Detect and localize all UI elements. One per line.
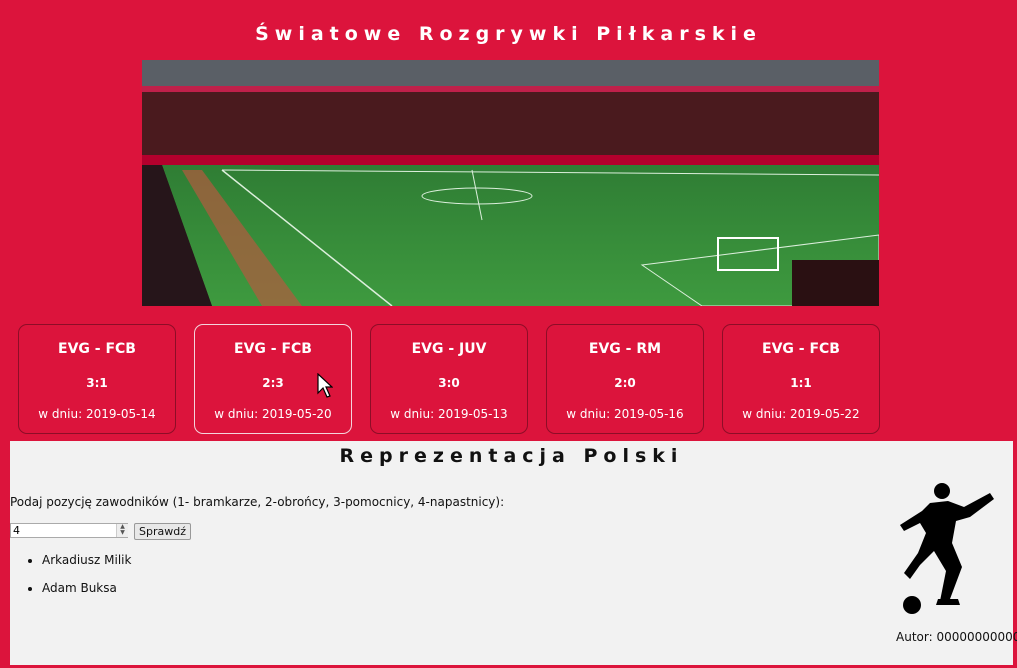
mouse-cursor-icon	[317, 373, 333, 398]
match-date: w dniu: 2019-05-13	[390, 407, 508, 421]
list-item: Adam Buksa	[42, 581, 131, 595]
match-date: w dniu: 2019-05-22	[742, 407, 860, 421]
match-card[interactable]: EVG - FCB 3:1 w dniu: 2019-05-14	[18, 324, 176, 434]
match-date: w dniu: 2019-05-20	[214, 407, 332, 421]
position-input[interactable]	[10, 523, 128, 538]
match-teams: EVG - RM	[588, 341, 662, 357]
match-score: 2:0	[614, 376, 636, 390]
page-frame: Światowe Rozgrywki Piłkarskie EVG - FCB …	[3, 3, 1017, 665]
match-teams: EVG - FCB	[58, 341, 136, 357]
matches-row: EVG - FCB 3:1 w dniu: 2019-05-14 EVG - F…	[18, 324, 888, 436]
position-prompt: Podaj pozycję zawodników (1- bramkarze, …	[10, 495, 505, 509]
match-score: 3:1	[86, 376, 108, 390]
squad-panel: Reprezentacja Polski Podaj pozycję zawod…	[10, 441, 1017, 665]
squad-title: Reprezentacja Polski	[339, 445, 684, 467]
match-date: w dniu: 2019-05-16	[566, 407, 684, 421]
match-teams: EVG - FCB	[234, 341, 312, 357]
number-spinner-icon[interactable]: ▲ ▼	[116, 524, 128, 537]
stadium-image	[142, 60, 879, 306]
page-title: Światowe Rozgrywki Piłkarskie	[255, 23, 762, 45]
list-item: Arkadiusz Milik	[42, 553, 131, 567]
football-player-icon	[900, 483, 994, 614]
match-teams: EVG - FCB	[762, 341, 840, 357]
match-teams: EVG - JUV	[411, 341, 487, 357]
match-card[interactable]: EVG - JUV 3:0 w dniu: 2019-05-13	[370, 324, 528, 434]
players-list: Arkadiusz Milik Adam Buksa	[28, 553, 131, 609]
match-score: 1:1	[790, 376, 812, 390]
match-date: w dniu: 2019-05-14	[38, 407, 156, 421]
match-score: 3:0	[438, 376, 460, 390]
match-card[interactable]: EVG - RM 2:0 w dniu: 2019-05-16	[546, 324, 704, 434]
author-label: Autor: 00000000000	[896, 630, 1017, 644]
match-card[interactable]: EVG - FCB 1:1 w dniu: 2019-05-22	[722, 324, 880, 434]
check-button[interactable]: Sprawdź	[134, 523, 191, 540]
